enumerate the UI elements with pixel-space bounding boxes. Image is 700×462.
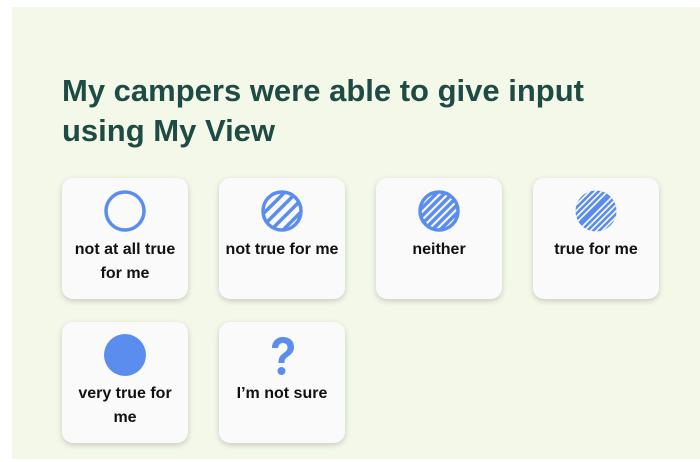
option-label: not at all true for me (74, 241, 176, 282)
option-not-true[interactable]: not true for me (219, 178, 345, 299)
dense-hatched-circle-icon (575, 190, 617, 232)
option-true[interactable]: true for me (533, 178, 659, 299)
option-label: very true for me (78, 385, 172, 426)
option-neither[interactable]: neither (376, 178, 502, 299)
option-very-true[interactable]: very true for me (62, 322, 188, 443)
option-label: neither (412, 241, 466, 258)
filled-circle-icon (104, 334, 146, 376)
option-label: true for me (554, 241, 638, 258)
survey-panel: My campers were able to give input using… (12, 7, 700, 459)
option-not-sure[interactable]: I’m not sure (219, 322, 345, 443)
empty-circle-icon (104, 190, 146, 232)
option-label: I’m not sure (236, 385, 328, 402)
hatched-circle-icon (418, 190, 460, 232)
option-label: not true for me (225, 241, 339, 258)
option-not-at-all-true[interactable]: not at all true for me (62, 178, 188, 299)
question-mark-icon (272, 337, 294, 375)
question-heading: My campers were able to give input using… (62, 73, 584, 148)
sparse-hatched-circle-icon (261, 190, 303, 232)
